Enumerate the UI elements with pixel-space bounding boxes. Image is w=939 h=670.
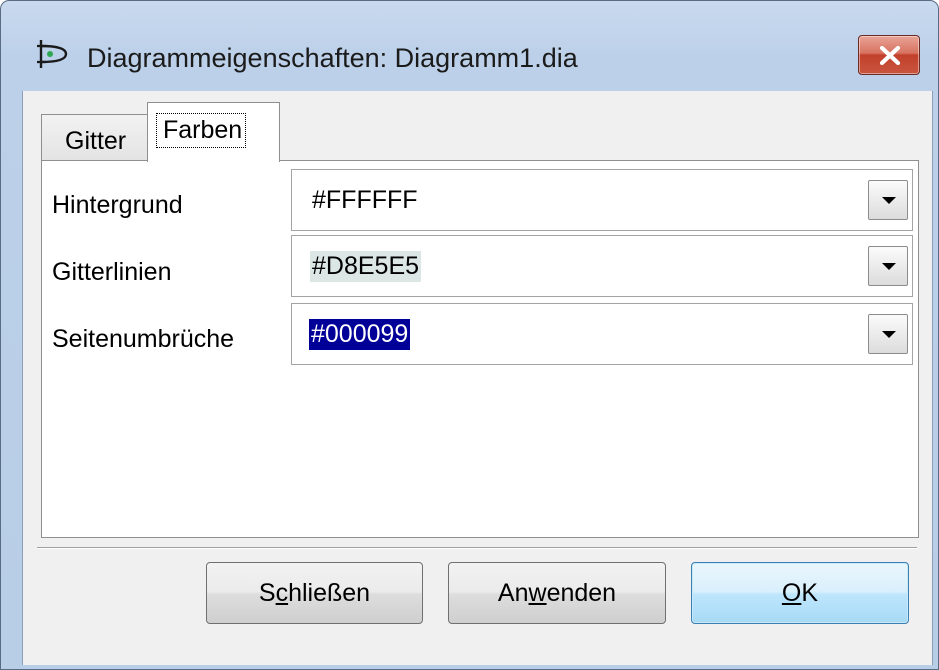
dia-diagram-icon xyxy=(37,37,71,71)
window-title: Diagrammeigenschaften: Diagramm1.dia xyxy=(87,43,578,73)
gridlines-label: Gitterlinien xyxy=(52,258,172,286)
close-mnemonic: c xyxy=(275,579,289,607)
chevron-down-icon xyxy=(882,331,896,338)
background-color-value[interactable]: #FFFFFF xyxy=(310,185,420,216)
page-breaks-label: Seitenumbrüche xyxy=(52,325,235,353)
tab-farben-label: Farben xyxy=(156,113,247,148)
apply-label-pre: An xyxy=(497,579,529,607)
page-breaks-color-combo[interactable]: #000099 xyxy=(291,303,913,365)
tab-gitter[interactable]: Gitter xyxy=(41,114,159,161)
background-label: Hintergrund xyxy=(52,191,183,219)
apply-mnemonic: w xyxy=(528,579,547,607)
separator xyxy=(37,547,917,549)
page-breaks-dropdown-button[interactable] xyxy=(868,314,908,354)
chevron-down-icon xyxy=(882,263,896,270)
close-dialog-button[interactable]: Schließen xyxy=(206,562,423,624)
ok-label-post: K xyxy=(801,579,819,607)
tab-gitter-label: Gitter xyxy=(65,127,127,155)
close-button[interactable] xyxy=(858,35,920,75)
title-bar[interactable]: Diagrammeigenschaften: Diagramm1.dia xyxy=(1,1,938,101)
apply-button[interactable]: Anwenden xyxy=(448,562,666,624)
gridlines-dropdown-button[interactable] xyxy=(868,246,908,286)
background-color-combo[interactable]: #FFFFFF xyxy=(291,169,913,231)
close-icon xyxy=(879,46,901,65)
ok-button[interactable]: OK xyxy=(691,562,909,624)
close-label-pre: S xyxy=(258,579,276,607)
background-dropdown-button[interactable] xyxy=(868,180,908,220)
gridlines-color-combo[interactable]: #D8E5E5 xyxy=(291,235,913,297)
ok-mnemonic: O xyxy=(781,579,802,607)
gridlines-color-value[interactable]: #D8E5E5 xyxy=(310,251,422,282)
close-label-post: hließen xyxy=(288,579,371,607)
colors-panel: Hintergrund #FFFFFF Gitterlinien #D8E5E5… xyxy=(41,160,919,538)
page-breaks-color-value[interactable]: #000099 xyxy=(309,319,411,350)
dialog-window: Diagrammeigenschaften: Diagramm1.dia Git… xyxy=(0,0,939,670)
dialog-content: Gitter Farben Hintergrund #FFFFFF Gitter… xyxy=(22,91,933,665)
chevron-down-icon xyxy=(882,197,896,204)
apply-label-post: enden xyxy=(546,579,617,607)
tab-farben[interactable]: Farben xyxy=(147,102,280,162)
